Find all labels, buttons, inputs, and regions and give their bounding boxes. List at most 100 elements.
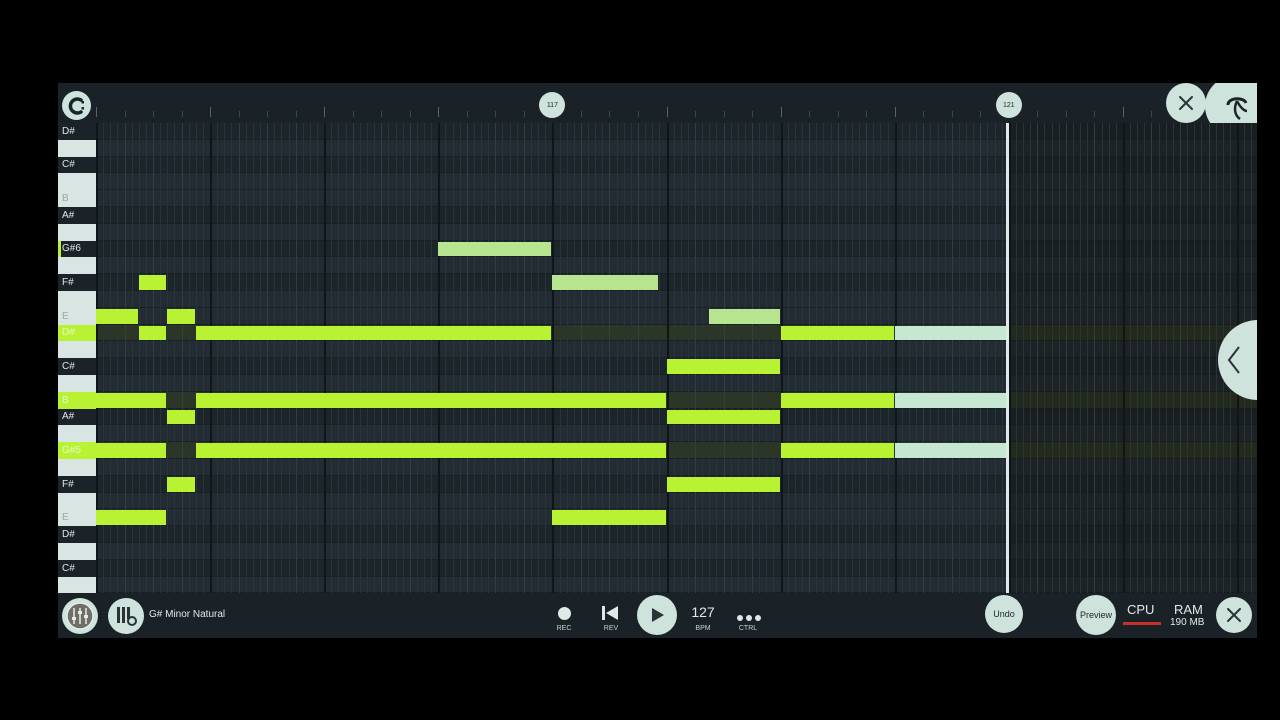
timeline-marker[interactable]: 117 [539,92,566,118]
play-button[interactable] [637,595,677,635]
piano-key[interactable]: G#5 [58,442,96,459]
note[interactable] [438,241,552,257]
grid-line [224,123,226,593]
piano-key[interactable]: C# [58,358,96,375]
piano-key[interactable]: E [58,509,96,527]
piano-key[interactable] [58,139,96,157]
note[interactable] [666,409,780,425]
close-icon [1179,96,1193,110]
close-bottom-button[interactable] [1216,597,1252,633]
note-grid[interactable] [96,123,1257,593]
piano-key[interactable]: D# [58,324,96,342]
note[interactable] [894,392,1008,408]
piano-key[interactable]: C# [58,559,96,577]
note[interactable] [96,510,167,526]
bpm-value[interactable]: 127 [688,604,718,620]
note[interactable] [195,443,666,458]
grid-line [1101,123,1103,593]
piano-keyboard[interactable]: D# C# B A# G#6 F# E D# C# B A# G#5 F# E D# C# [58,123,96,594]
grid-line [445,123,447,593]
cpu-label: CPU [1127,602,1155,617]
piano-key[interactable] [58,425,96,443]
chevron-left-icon [1227,346,1240,374]
note[interactable] [666,476,780,492]
timeline-tick [238,111,240,117]
note[interactable] [138,275,167,290]
piano-key[interactable]: D# [58,123,96,140]
undo-button[interactable]: Undo [985,595,1023,633]
piano-key[interactable]: D# [58,526,96,543]
note[interactable] [167,409,195,425]
timeline-tick [609,111,611,117]
piano-key[interactable]: G#6 [58,240,96,258]
grid-line [374,123,376,593]
note[interactable] [138,325,167,341]
timeline-ruler[interactable]: 117 121 [58,83,1257,137]
note[interactable] [780,443,894,458]
piano-key[interactable]: B [58,391,96,409]
piano-key[interactable] [58,291,96,308]
note[interactable] [552,510,666,526]
piano-key[interactable]: B [58,190,96,207]
note[interactable] [666,359,780,374]
piano-key[interactable]: E [58,307,96,325]
grid-line [1158,123,1160,593]
note[interactable] [552,275,659,290]
preview-button[interactable]: Preview [1076,595,1116,635]
grid-line [759,123,761,593]
note[interactable] [167,476,195,492]
ram-value: 190 MB [1170,617,1205,628]
grid-line [1208,123,1210,593]
piano-key[interactable] [58,173,96,191]
fruit-logo-icon [1226,97,1248,121]
rewind-button[interactable] [601,605,619,626]
piano-key[interactable] [58,375,96,392]
note[interactable] [780,325,894,341]
grid-line [1215,123,1217,593]
grid-line [1015,123,1017,593]
note[interactable] [894,325,1008,341]
piano-key[interactable]: A# [58,207,96,224]
note[interactable] [96,443,167,458]
grid-line [695,123,697,593]
mixer-button[interactable] [62,598,98,634]
grid-line [331,123,333,593]
piano-key[interactable]: A# [58,408,96,426]
logo-icon[interactable] [62,91,91,120]
note[interactable] [780,392,894,408]
grid-line [816,123,818,593]
grid-line [687,123,689,593]
piano-key[interactable] [58,341,96,359]
piano-key[interactable] [58,543,96,560]
piano-key[interactable]: F# [58,274,96,291]
piano-key[interactable] [58,223,96,241]
note[interactable] [96,308,138,324]
grid-line [1094,123,1096,593]
grid-line [809,123,811,593]
piano-key[interactable]: F# [58,475,96,493]
piano-key[interactable] [58,459,96,476]
record-icon[interactable] [558,607,571,620]
grid-line [980,123,982,593]
grid-line [787,123,789,593]
note[interactable] [195,325,552,341]
piano-key[interactable]: C# [58,156,96,174]
grid-line [944,123,946,593]
grid-line [716,123,718,593]
playhead[interactable] [1005,123,1009,593]
piano-key[interactable] [58,576,96,594]
piano-settings-button[interactable] [108,598,144,634]
note[interactable] [894,443,1008,458]
note[interactable] [167,308,195,324]
timeline-marker[interactable]: 121 [995,92,1022,118]
note[interactable] [96,392,167,408]
scale-label[interactable]: G# Minor Natural [149,609,225,620]
close-button[interactable] [1166,83,1206,123]
grid-line [851,123,853,593]
note[interactable] [195,392,666,408]
piano-key[interactable] [58,492,96,510]
piano-key[interactable] [58,257,96,275]
note[interactable] [709,308,780,324]
grid-line [338,123,340,593]
timeline-tick [267,111,269,117]
